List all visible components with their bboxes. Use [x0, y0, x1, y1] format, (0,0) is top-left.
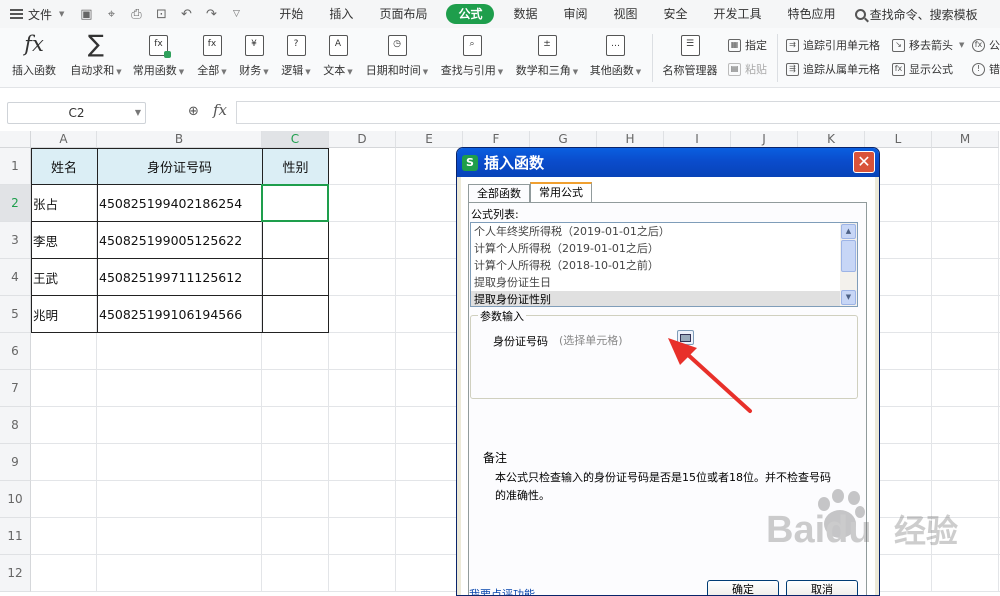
watermark-suffix: 经验 [894, 512, 958, 550]
arrow-shaft [684, 351, 752, 413]
spreadsheet-app: 文件 ▼ ▣ ⌖ ⎙ ⊡ ↶ ↷ ▽ 开始 插入 页面布局 公式 数据 审阅 视图 安全 开发工… [0, 0, 1000, 596]
baidu-watermark: Baidu 经验 [766, 489, 958, 551]
watermark-brand: Baidu [766, 509, 872, 551]
